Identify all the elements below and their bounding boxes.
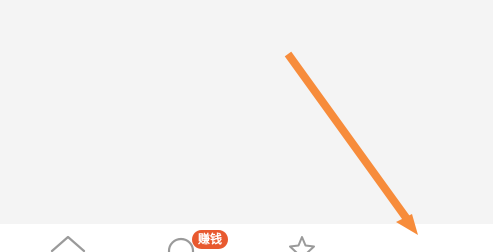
earn-badge: 赚钱 bbox=[192, 230, 229, 249]
bottom-tab-bar bbox=[0, 224, 493, 252]
tab-home[interactable] bbox=[28, 224, 108, 252]
home-icon bbox=[50, 235, 86, 252]
main-content-area bbox=[0, 0, 493, 224]
tab-favorites[interactable] bbox=[262, 224, 342, 252]
star-icon bbox=[289, 236, 315, 252]
